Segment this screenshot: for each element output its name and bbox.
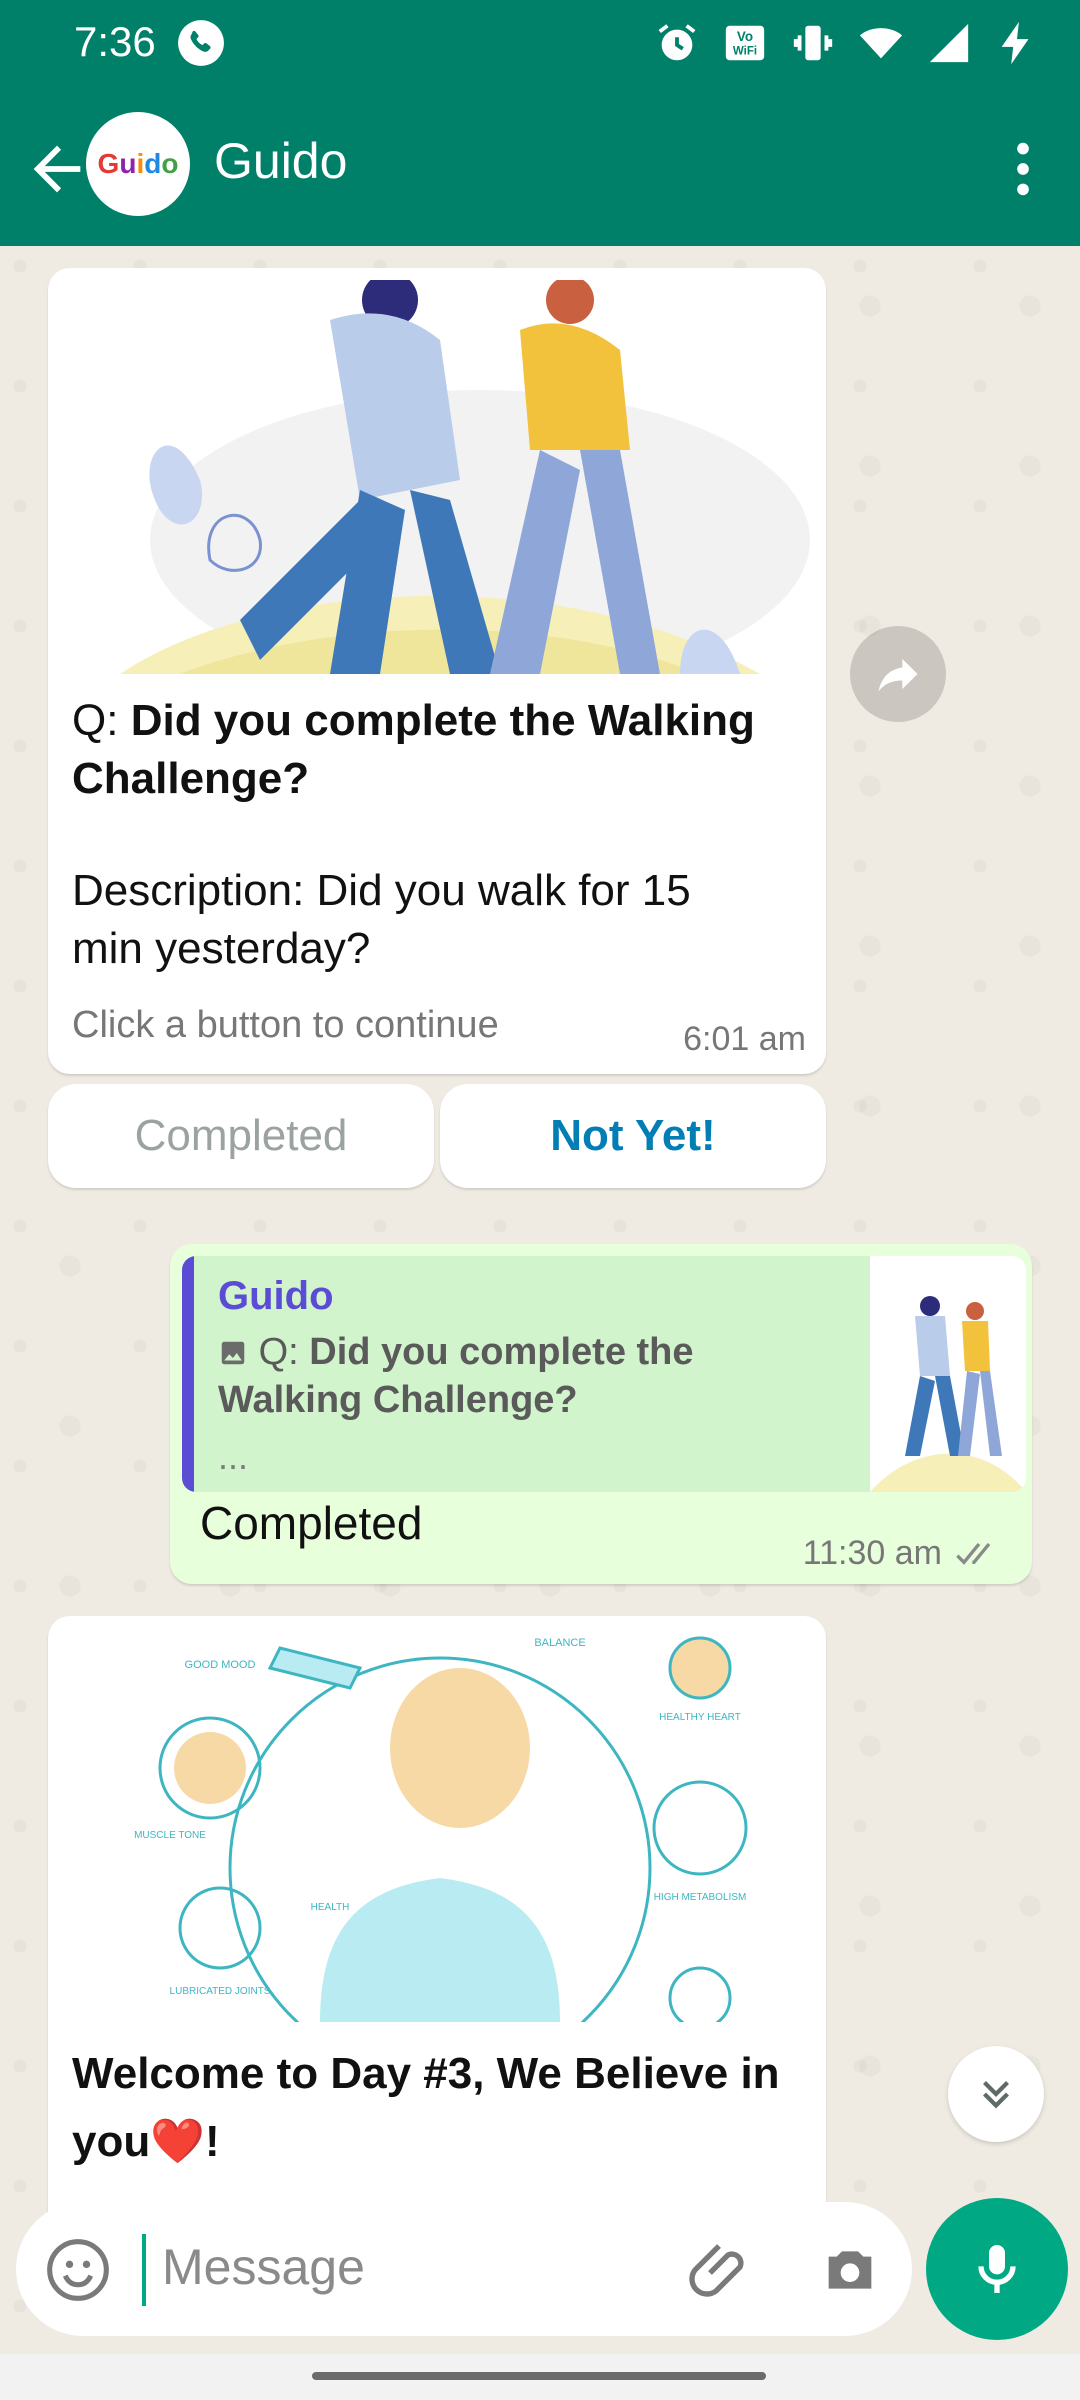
double-check-icon — [956, 1542, 991, 1565]
charging-icon — [1001, 21, 1029, 65]
gesture-navigation-bar — [0, 2354, 1080, 2400]
description-text: Description: Did you walk for 15 min yes… — [72, 866, 691, 973]
text-cursor — [142, 2234, 146, 2306]
reply-text: Completed — [200, 1497, 423, 1549]
image-label: HIGH METABOLISM — [654, 1892, 747, 1903]
outgoing-message[interactable]: Guido Q: Did you complete the Walking Ch… — [170, 1244, 1032, 1584]
avatar[interactable]: Guido — [86, 112, 190, 216]
image-label: GOOD MOOD — [185, 1659, 256, 1671]
quote-thumbnail — [870, 1256, 1026, 1492]
emoji-icon[interactable] — [44, 2236, 112, 2304]
attach-icon[interactable] — [686, 2234, 758, 2306]
double-chevron-down-icon — [983, 2081, 1009, 2109]
mic-icon — [978, 2245, 1016, 2293]
vowifi-icon: Vo WiFi — [725, 25, 765, 61]
home-indicator[interactable] — [312, 2372, 766, 2380]
top-bar: 7:36 Vo WiFi Guido Guido — [0, 0, 1080, 246]
image-icon — [221, 1341, 245, 1365]
call-icon — [178, 20, 224, 66]
quote-author: Guido — [218, 1274, 334, 1318]
scroll-to-bottom-button[interactable] — [948, 2046, 1044, 2142]
more-options-icon[interactable] — [988, 134, 1058, 204]
forward-button[interactable] — [850, 626, 946, 722]
incoming-message[interactable]: Q: Did you complete the Walking Challeng… — [48, 268, 826, 1074]
walking-image[interactable] — [60, 280, 814, 674]
image-label: HEALTHY HEART — [659, 1712, 741, 1723]
message-time: 6:01 am — [683, 1020, 806, 1058]
message-input[interactable]: Message — [162, 2238, 365, 2296]
app-bar: Guido Guido — [0, 100, 1080, 246]
reply-time: 11:30 am — [803, 1534, 1004, 1573]
hydration-image[interactable]: GOOD MOOD BALANCE HEALTHY HEART MUSCLE T… — [60, 1628, 814, 2022]
alarm-icon — [658, 24, 696, 61]
status-time: 7:36 — [74, 18, 156, 65]
quote-text: Q: Did you complete the Walking Challeng… — [218, 1331, 694, 1421]
status-icons: Vo WiFi — [654, 20, 1040, 66]
signal-icon — [929, 23, 969, 63]
chat-title[interactable]: Guido — [214, 132, 347, 190]
svg-text:Vo: Vo — [737, 29, 753, 44]
completed-button[interactable]: Completed — [48, 1084, 434, 1188]
image-label: BALANCE — [534, 1637, 585, 1649]
not-yet-button[interactable]: Not Yet! — [440, 1084, 826, 1188]
welcome-text: Welcome to Day #3, We Believe in you❤️! — [72, 2049, 780, 2166]
quote-ellipsis: ... — [218, 1436, 249, 1477]
quote-bar — [182, 1256, 194, 1492]
forward-icon — [878, 658, 918, 692]
status-bar: 7:36 Vo WiFi — [0, 0, 1080, 90]
voice-message-button[interactable] — [926, 2198, 1068, 2340]
image-label: MUSCLE TONE — [134, 1830, 206, 1841]
wifi-icon — [859, 28, 903, 59]
hint-text: Click a button to continue — [72, 1004, 499, 1046]
image-label: HEALTH — [311, 1902, 350, 1913]
question-text: Q: Did you complete the Walking Challeng… — [72, 696, 755, 803]
back-arrow-icon[interactable] — [22, 134, 92, 204]
image-label: LUBRICATED JOINTS — [170, 1986, 271, 1997]
camera-icon[interactable] — [816, 2238, 884, 2302]
message-composer[interactable]: Message — [16, 2202, 912, 2336]
svg-text:WiFi: WiFi — [733, 46, 757, 58]
vibrate-icon — [793, 25, 833, 61]
quoted-message[interactable]: Guido Q: Did you complete the Walking Ch… — [182, 1256, 1026, 1492]
